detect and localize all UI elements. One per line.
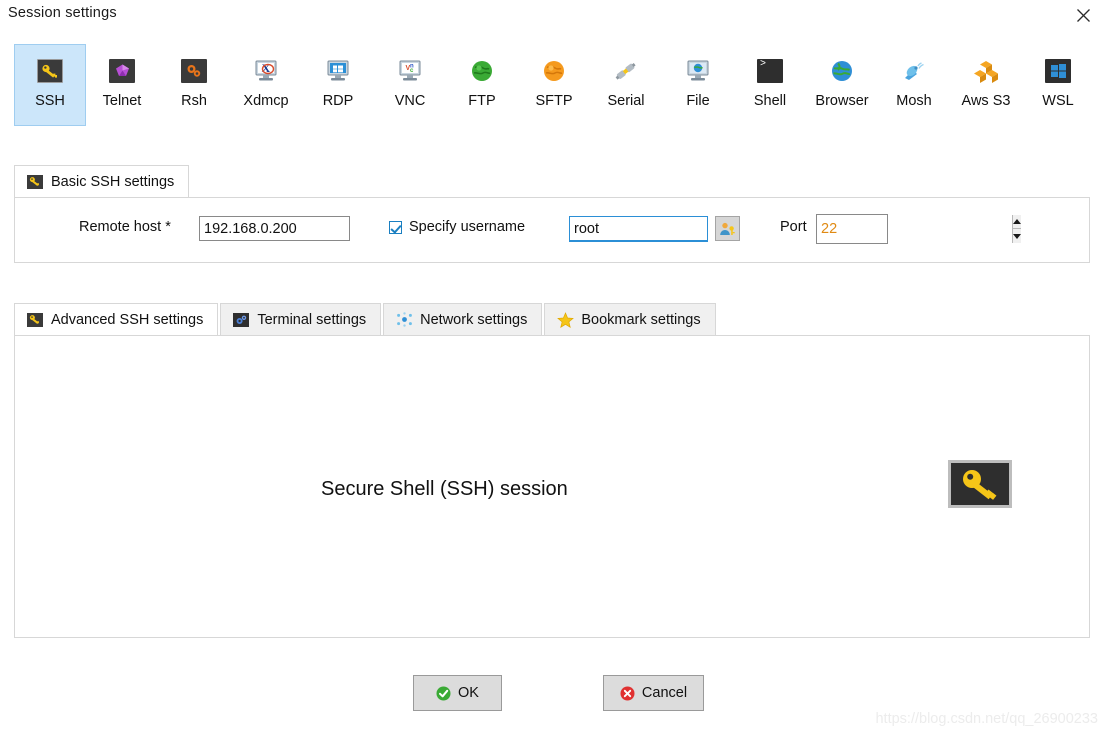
- terminal-gear-icon: [232, 312, 250, 328]
- vnc-monitor-icon: V n c: [395, 56, 425, 86]
- connection-form: Remote host * Specify username Port: [15, 198, 1089, 262]
- tab-bookmark-settings[interactable]: Bookmark settings: [544, 303, 716, 335]
- rsh-gears-icon: [179, 56, 209, 86]
- green-check-icon: [436, 686, 451, 701]
- protocol-label: Xdmcp: [243, 93, 289, 109]
- protocol-label: Telnet: [102, 93, 142, 109]
- protocol-label: Mosh: [896, 93, 932, 109]
- protocol-toolbar: SSH Telnet Rsh X Xdmcp RDP V n c VNC FTP…: [14, 44, 1094, 128]
- tab-label: Advanced SSH settings: [51, 311, 204, 328]
- protocol-rdp[interactable]: RDP: [302, 44, 374, 126]
- port-increment-button[interactable]: [1013, 215, 1021, 229]
- ssh-key-icon: [26, 174, 44, 190]
- protocol-label: Browser: [815, 93, 869, 109]
- wsl-windows-icon: [1043, 56, 1073, 86]
- port-label: Port: [780, 219, 807, 235]
- remote-host-label: Remote host *: [79, 219, 171, 235]
- protocol-label: RDP: [322, 93, 354, 109]
- protocol-label: Rsh: [181, 93, 207, 109]
- network-nodes-icon: [395, 312, 413, 328]
- user-key-button[interactable]: [715, 216, 740, 241]
- protocol-serial[interactable]: Serial: [590, 44, 662, 126]
- port-input[interactable]: [817, 215, 1012, 243]
- ok-button[interactable]: OK: [413, 675, 502, 711]
- big-key-icon: [948, 460, 1012, 508]
- specify-username-checkbox[interactable]: Specify username: [389, 219, 525, 235]
- protocol-label: SFTP: [535, 93, 573, 109]
- protocol-ftp[interactable]: FTP: [446, 44, 518, 126]
- specify-username-label: Specify username: [409, 219, 526, 235]
- watermark: https://blog.csdn.net/qq_26900233: [875, 711, 1098, 727]
- browser-globe-icon: [827, 56, 857, 86]
- tab-advanced-ssh-settings[interactable]: Advanced SSH settings: [14, 303, 219, 335]
- red-x-icon: [620, 686, 635, 701]
- tab-terminal-settings[interactable]: Terminal settings: [220, 303, 382, 335]
- basic-ssh-settings-panel: Remote host * Specify username Port: [14, 197, 1090, 263]
- tab-label: Bookmark settings: [581, 311, 701, 328]
- tab-label: Terminal settings: [257, 311, 367, 328]
- basic-settings-tabstrip: Basic SSH settings: [14, 165, 191, 197]
- protocol-label: File: [686, 93, 710, 109]
- protocol-xdmcp[interactable]: X Xdmcp: [230, 44, 302, 126]
- protocol-sftp[interactable]: SFTP: [518, 44, 590, 126]
- session-settings-dialog: Session settings SSH Telnet Rsh X Xdmcp …: [0, 0, 1104, 738]
- username-input[interactable]: [569, 216, 708, 241]
- chevron-down-icon: [1013, 233, 1021, 239]
- user-key-icon: [720, 222, 735, 235]
- checkbox-box: [389, 220, 402, 234]
- xdmcp-monitor-icon: X: [251, 56, 281, 86]
- protocol-shell[interactable]: > Shell: [734, 44, 806, 126]
- settings-tabstrip: Advanced SSH settings Terminal settings: [14, 303, 718, 335]
- protocol-ssh[interactable]: SSH: [14, 44, 86, 126]
- protocol-label: FTP: [468, 93, 496, 109]
- port-field: [816, 214, 1021, 244]
- cancel-button[interactable]: Cancel: [603, 675, 704, 711]
- rdp-windows-monitor-icon: [323, 56, 353, 86]
- tab-basic-ssh-settings[interactable]: Basic SSH settings: [14, 165, 190, 197]
- protocol-label: VNC: [394, 93, 426, 109]
- protocol-aws-s3[interactable]: Aws S3: [950, 44, 1022, 126]
- tab-label: Network settings: [420, 311, 528, 328]
- star-icon: [556, 311, 574, 328]
- serial-plug-icon: [611, 56, 641, 86]
- tab-network-settings[interactable]: Network settings: [383, 303, 543, 335]
- tab-label: Basic SSH settings: [51, 173, 175, 190]
- file-monitor-globe-icon: [683, 56, 713, 86]
- ftp-green-globe-icon: [467, 56, 497, 86]
- protocol-vnc[interactable]: V n c VNC: [374, 44, 446, 126]
- port-stepper: [1012, 215, 1021, 243]
- mosh-satellite-icon: [899, 56, 929, 86]
- ssh-key-icon: [35, 56, 65, 86]
- protocol-label: Serial: [607, 93, 645, 109]
- protocol-browser[interactable]: Browser: [806, 44, 878, 126]
- protocol-wsl[interactable]: WSL: [1022, 44, 1094, 126]
- protocol-label: Aws S3: [961, 93, 1011, 109]
- aws-s3-cubes-icon: [971, 56, 1001, 86]
- protocol-telnet[interactable]: Telnet: [86, 44, 158, 126]
- protocol-mosh[interactable]: Mosh: [878, 44, 950, 126]
- protocol-label: WSL: [1042, 93, 1074, 109]
- title-bar: Session settings: [0, 0, 1104, 30]
- ssh-key-icon: [26, 312, 44, 328]
- advanced-ssh-settings-panel: Secure Shell (SSH) session: [14, 335, 1090, 638]
- telnet-gem-icon: [107, 56, 137, 86]
- sftp-orange-globe-icon: [539, 56, 569, 86]
- chevron-up-icon: [1013, 219, 1021, 224]
- protocol-rsh[interactable]: Rsh: [158, 44, 230, 126]
- session-description: Secure Shell (SSH) session: [321, 478, 568, 500]
- port-decrement-button[interactable]: [1013, 229, 1021, 243]
- page-title: Session settings: [8, 5, 117, 21]
- remote-host-input[interactable]: [199, 216, 350, 241]
- protocol-label: SSH: [35, 93, 65, 109]
- protocol-file[interactable]: File: [662, 44, 734, 126]
- ok-label: OK: [458, 685, 479, 701]
- protocol-label: Shell: [753, 93, 787, 109]
- cancel-label: Cancel: [641, 685, 688, 701]
- shell-terminal-icon: >: [755, 56, 785, 86]
- close-icon[interactable]: [1066, 2, 1100, 28]
